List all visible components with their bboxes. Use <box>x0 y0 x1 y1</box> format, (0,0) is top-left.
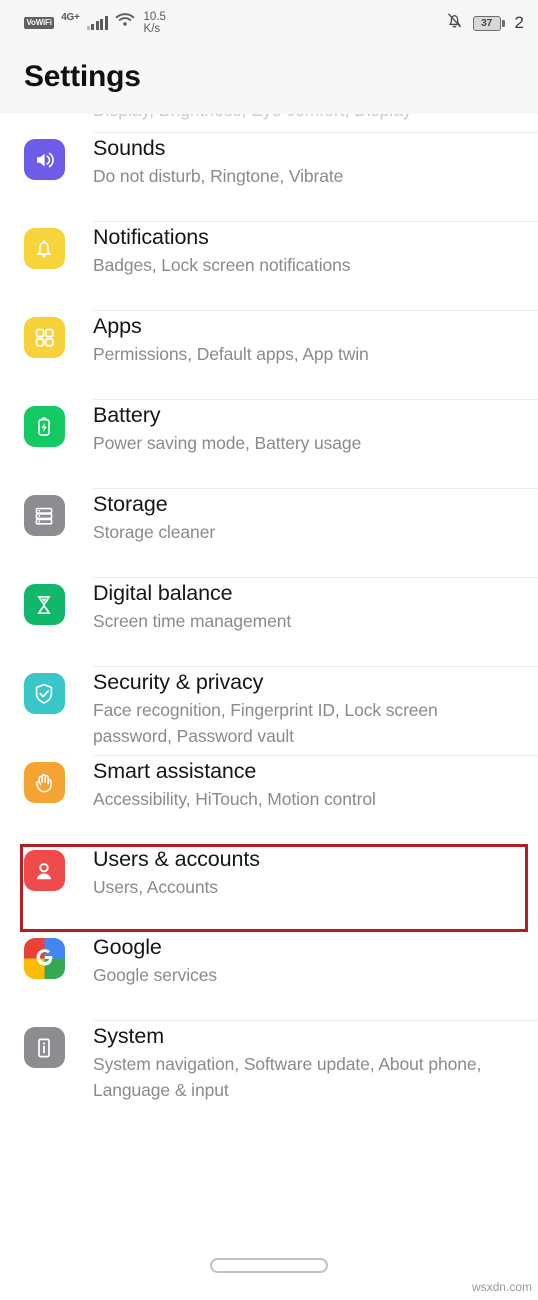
row-text: Sounds Do not disturb, Ringtone, Vibrate <box>66 133 518 189</box>
row-text: Users & accounts Users, Accounts <box>66 844 518 900</box>
row-subtitle: Google services <box>93 965 217 985</box>
settings-row-smart-assistance[interactable]: Smart assistance Accessibility, HiTouch, … <box>0 756 538 844</box>
partial-scrolled-row[interactable]: Display, Brightness, Eye comfort, Displa… <box>0 114 538 132</box>
row-text: Battery Power saving mode, Battery usage <box>66 400 518 456</box>
network-speed-value: 10.5 <box>143 11 166 23</box>
settings-row-google[interactable]: Google Google services <box>0 932 538 1020</box>
row-icon-wrap <box>22 311 66 358</box>
hand-icon <box>23 762 65 803</box>
row-icon-wrap <box>22 667 66 714</box>
settings-row-security-privacy[interactable]: Security & privacy Face recognition, Fing… <box>0 667 538 755</box>
row-text: Notifications Badges, Lock screen notific… <box>66 222 518 278</box>
page-header: Settings <box>0 46 538 114</box>
settings-row-sounds[interactable]: Sounds Do not disturb, Ringtone, Vibrate <box>0 133 538 221</box>
network-speed-indicator: 10.5 K/s <box>142 11 166 35</box>
watermark: wsxdn.com <box>471 1280 532 1294</box>
row-title: Smart assistance <box>93 759 257 783</box>
row-text: System System navigation, Software update… <box>66 1021 518 1103</box>
row-subtitle: Permissions, Default apps, App twin <box>93 344 369 364</box>
row-title: System <box>93 1024 165 1048</box>
row-title: Google <box>93 935 162 959</box>
row-text: Storage Storage cleaner <box>66 489 518 545</box>
row-text: Security & privacy Face recognition, Fing… <box>66 667 518 749</box>
wifi-icon <box>115 12 135 32</box>
signal-bars-icon <box>86 16 108 30</box>
user-account-icon <box>23 850 65 891</box>
row-subtitle: Power saving mode, Battery usage <box>93 433 362 453</box>
partial-row-subtitle: Display, Brightness, Eye comfort, Displa… <box>93 114 412 121</box>
settings-row-users-accounts[interactable]: Users & accounts Users, Accounts <box>0 844 538 932</box>
battery-icon: 37 <box>472 15 505 31</box>
row-icon-wrap <box>22 932 66 979</box>
settings-row-system[interactable]: System System navigation, Software update… <box>0 1021 538 1109</box>
row-title: Battery <box>93 403 161 427</box>
row-text: Apps Permissions, Default apps, App twin <box>66 311 518 367</box>
clock-partial: 2 <box>514 13 524 32</box>
row-subtitle: Accessibility, HiTouch, Motion control <box>93 789 376 809</box>
row-subtitle: Do not disturb, Ringtone, Vibrate <box>93 166 344 186</box>
row-subtitle: Face recognition, Fingerprint ID, Lock s… <box>93 700 438 746</box>
row-title: Sounds <box>93 136 166 160</box>
settings-row-battery[interactable]: Battery Power saving mode, Battery usage <box>0 400 538 488</box>
shield-check-icon <box>23 673 65 714</box>
hourglass-icon <box>23 584 65 625</box>
row-icon-wrap <box>22 489 66 536</box>
row-icon-wrap <box>22 1021 66 1068</box>
row-text: Smart assistance Accessibility, HiTouch, … <box>66 756 518 812</box>
row-title: Users & accounts <box>93 847 260 871</box>
status-bar: VoWiFi 4G+ 10.5 K/s 37 2 <box>0 0 538 46</box>
navigation-bar <box>0 1230 538 1300</box>
vowifi-badge-icon: VoWiFi <box>24 17 55 29</box>
battery-level-label: 37 <box>480 16 493 29</box>
network-speed-unit: K/s <box>143 23 161 35</box>
bell-off-icon <box>445 11 464 35</box>
row-title: Digital balance <box>93 581 233 605</box>
status-bar-left: VoWiFi 4G+ 10.5 K/s <box>24 11 166 35</box>
google-g-icon <box>23 938 65 979</box>
row-subtitle: Screen time management <box>93 611 292 631</box>
settings-row-apps[interactable]: Apps Permissions, Default apps, App twin <box>0 311 538 399</box>
status-bar-right: 37 2 <box>445 11 524 35</box>
settings-row-notifications[interactable]: Notifications Badges, Lock screen notific… <box>0 222 538 310</box>
settings-row-digital-balance[interactable]: Digital balance Screen time management <box>0 578 538 666</box>
network-type-label: 4G+ <box>61 11 80 23</box>
settings-list: Sounds Do not disturb, Ringtone, Vibrate N… <box>0 133 538 1109</box>
speaker-volume-icon <box>23 139 65 180</box>
row-subtitle: Storage cleaner <box>93 522 216 542</box>
row-title: Security & privacy <box>93 670 264 694</box>
battery-charging-icon <box>23 406 65 447</box>
row-text: Google Google services <box>66 932 518 988</box>
phone-info-icon <box>23 1027 65 1068</box>
bell-icon <box>23 228 65 269</box>
row-icon-wrap <box>22 844 66 891</box>
page-title: Settings <box>24 60 141 93</box>
storage-stack-icon <box>23 495 65 536</box>
row-text: Digital balance Screen time management <box>66 578 518 634</box>
row-subtitle: System navigation, Software update, Abou… <box>93 1054 482 1100</box>
row-subtitle: Badges, Lock screen notifications <box>93 255 351 275</box>
row-title: Apps <box>93 314 142 338</box>
row-icon-wrap <box>22 756 66 803</box>
row-title: Notifications <box>93 225 209 249</box>
row-title: Storage <box>93 492 168 516</box>
row-icon-wrap <box>22 133 66 180</box>
phone-screen: VoWiFi 4G+ 10.5 K/s 37 2 Settings Sounds… <box>0 0 538 1300</box>
row-subtitle: Users, Accounts <box>93 877 218 897</box>
apps-grid-icon <box>23 317 65 358</box>
row-icon-wrap <box>22 400 66 447</box>
settings-row-storage[interactable]: Storage Storage cleaner <box>0 489 538 577</box>
row-icon-wrap <box>22 222 66 269</box>
home-gesture-pill[interactable] <box>210 1257 328 1273</box>
row-icon-wrap <box>22 578 66 625</box>
